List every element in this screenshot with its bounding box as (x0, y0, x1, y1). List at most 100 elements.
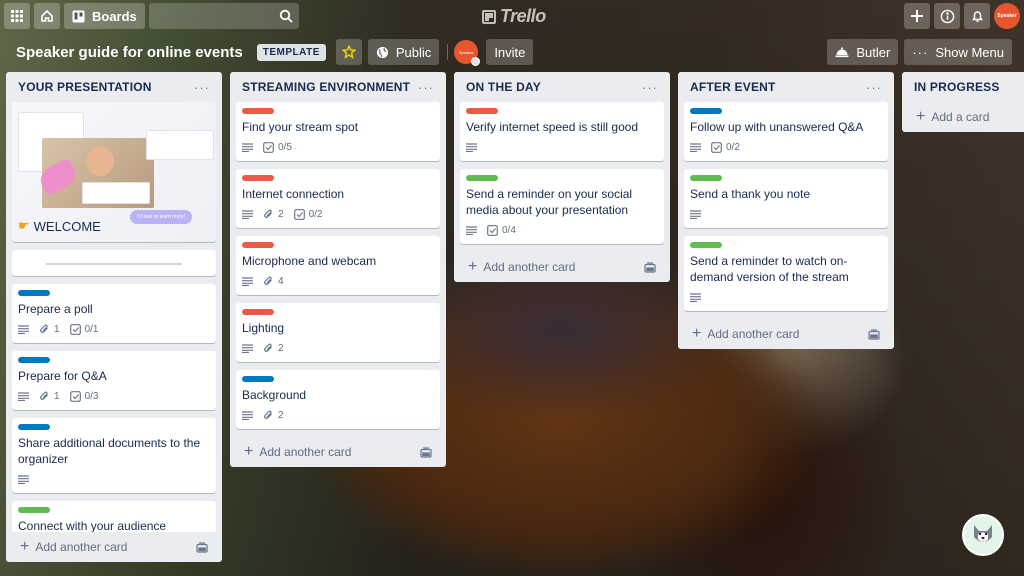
ellipsis-icon: ··· (912, 44, 929, 60)
checkbox-icon (711, 141, 722, 153)
list-header: STREAMING ENVIRONMENT ··· (236, 72, 440, 102)
card-share-documents[interactable]: Share additional documents to the organi… (12, 418, 216, 493)
add-card-button[interactable]: + Add another card (12, 532, 216, 562)
globe-icon (376, 46, 388, 58)
paperclip-icon (264, 343, 272, 352)
list-title[interactable]: YOUR PRESENTATION (18, 80, 152, 94)
list-title[interactable]: AFTER EVENT (690, 80, 776, 94)
checkbox-icon (293, 208, 305, 220)
search-field[interactable] (148, 3, 299, 29)
pointing-hand-icon: ☛ (18, 218, 30, 233)
separator-card[interactable] (12, 250, 216, 276)
template-badge: TEMPLATE (256, 43, 326, 61)
card-thank-you-note[interactable]: Send a thank you note (684, 169, 888, 228)
trello-logo-icon (482, 9, 496, 24)
list-title[interactable]: IN PROGRESS (914, 80, 1000, 94)
list-in-progress: IN PROGRESS + Add a card (902, 72, 1024, 132)
star-button[interactable] (335, 39, 362, 65)
invite-button[interactable]: Invite (486, 39, 534, 65)
list-menu-icon[interactable]: ··· (866, 80, 882, 95)
card-label-red (242, 108, 274, 114)
card-microphone-webcam[interactable]: Microphone and webcam 4 (236, 236, 440, 295)
checkbox-icon (263, 141, 274, 153)
card-social-reminder[interactable]: Send a reminder on your social media abo… (460, 169, 664, 244)
list-title[interactable]: STREAMING ENVIRONMENT (242, 80, 410, 94)
description-icon (18, 324, 29, 334)
taco-husky-bot-button[interactable] (962, 514, 1004, 556)
list-title[interactable]: ON THE DAY (466, 80, 541, 94)
bell-icon (971, 11, 983, 23)
info-button[interactable] (934, 3, 960, 29)
invite-label: Invite (494, 44, 526, 60)
attachment-badge: 2 (263, 209, 284, 220)
board-title[interactable]: Speaker guide for online events (16, 44, 243, 61)
card-title: Lighting (242, 321, 285, 335)
butler-button[interactable]: Butler (827, 39, 899, 65)
card-lighting[interactable]: Lighting 2 (236, 303, 440, 362)
paperclip-icon (40, 391, 48, 400)
welcome-cover-card[interactable]: I'd love to learn more! ☛ WELCOME (12, 102, 216, 242)
template-card-icon[interactable] (420, 446, 432, 458)
checklist-badge: 0/3 (69, 391, 98, 402)
list-header: AFTER EVENT ··· (684, 72, 888, 102)
card-verify-internet-speed[interactable]: Verify internet speed is still good (460, 102, 664, 161)
butler-label: Butler (856, 44, 891, 60)
template-card-icon[interactable] (868, 328, 880, 340)
admin-badge-icon (471, 57, 481, 66)
create-button[interactable] (904, 3, 930, 29)
board-member-avatar[interactable]: Speaker (454, 40, 481, 66)
card-prepare-poll[interactable]: Prepare a poll 1 0/1 (12, 284, 216, 343)
list-after-event: AFTER EVENT ··· Follow up with unanswere… (678, 72, 894, 349)
home-button[interactable] (34, 3, 60, 29)
paperclip-icon (264, 276, 272, 285)
list-menu-icon[interactable]: ··· (642, 80, 658, 95)
plus-icon: + (244, 443, 254, 460)
card-label-blue (18, 290, 50, 296)
welcome-heading: ☛ WELCOME (18, 218, 101, 234)
search-icon (279, 9, 293, 23)
checklist-badge: 0/2 (293, 208, 322, 220)
boards-button[interactable]: Boards (64, 3, 145, 29)
add-card-button[interactable]: + Add another card (236, 437, 440, 467)
list-menu-icon[interactable]: ··· (194, 80, 210, 95)
show-menu-button[interactable]: ··· Show Menu (904, 39, 1012, 65)
chat-bubble: I'd love to learn more! (130, 210, 192, 224)
list-header: IN PROGRESS (908, 72, 1024, 102)
paperclip-icon (264, 209, 272, 218)
top-nav-right: Speaker (904, 3, 1020, 29)
card-on-demand-reminder[interactable]: Send a reminder to watch on-demand versi… (684, 236, 888, 311)
card-internet-connection[interactable]: Internet connection 2 0/2 (236, 169, 440, 228)
card-title: Background (242, 388, 307, 402)
card-background[interactable]: Background 2 (236, 370, 440, 429)
list-on-the-day: ON THE DAY ··· Verify internet speed is … (454, 72, 670, 282)
card-follow-up-qa[interactable]: Follow up with unanswered Q&A 0/2 (684, 102, 888, 161)
template-card-icon[interactable] (644, 261, 656, 273)
add-card-button[interactable]: + Add another card (460, 252, 664, 282)
card-find-stream-spot[interactable]: Find your stream spot 0/5 (236, 102, 440, 161)
attachment-badge: 2 (263, 343, 284, 354)
card-prepare-qa[interactable]: Prepare for Q&A 1 0/3 (12, 351, 216, 410)
attachment-badge: 1 (39, 391, 60, 402)
card-label-blue (690, 108, 722, 114)
trello-logo[interactable]: Trello (482, 6, 546, 27)
apps-menu-button[interactable] (4, 3, 30, 29)
list-streaming-environment: STREAMING ENVIRONMENT ··· Find your stre… (230, 72, 446, 467)
header-divider (447, 44, 449, 60)
add-card-button[interactable]: + Add another card (684, 319, 888, 349)
checkbox-icon (487, 224, 498, 236)
card-label-green (466, 175, 498, 181)
list-menu-icon[interactable]: ··· (418, 80, 434, 95)
card-label-green (18, 507, 50, 513)
card-connect-audience[interactable]: Connect with your audience 0/4 (12, 501, 216, 532)
template-card-icon[interactable] (196, 541, 208, 553)
add-card-button[interactable]: + Add a card (908, 102, 1024, 132)
notifications-button[interactable] (964, 3, 990, 29)
visibility-button[interactable]: Public (367, 39, 440, 65)
board-header: Speaker guide for online events TEMPLATE… (0, 38, 1024, 66)
card-title: Prepare for Q&A (18, 369, 107, 383)
user-avatar[interactable]: Speaker (994, 3, 1020, 29)
plus-icon: + (692, 325, 702, 342)
checklist-badge: 0/1 (69, 324, 98, 335)
description-icon (18, 474, 29, 484)
card-title: Verify internet speed is still good (466, 120, 639, 134)
